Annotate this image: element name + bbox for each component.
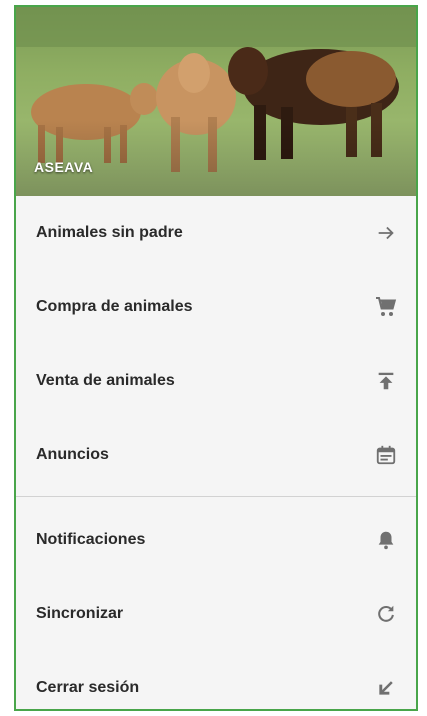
- menu-item-animales-sin-padre[interactable]: Animales sin padre: [16, 196, 416, 270]
- refresh-icon: [374, 602, 398, 626]
- menu-item-venta-de-animales[interactable]: Venta de animales: [16, 344, 416, 418]
- calendar-icon: [374, 443, 398, 467]
- menu-item-anuncios[interactable]: Anuncios: [16, 418, 416, 492]
- shopping-cart-icon: [374, 295, 398, 319]
- menu-item-label: Compra de animales: [36, 298, 193, 315]
- bell-icon: [374, 528, 398, 552]
- arrow-right-icon: [374, 221, 398, 245]
- drawer-menu: Animales sin padre Compra de animales Ve…: [16, 196, 416, 709]
- navigation-drawer: ASEAVA Animales sin padre Compra de anim…: [14, 5, 418, 711]
- menu-item-sincronizar[interactable]: Sincronizar: [16, 577, 416, 651]
- menu-divider: [16, 496, 416, 497]
- menu-item-compra-de-animales[interactable]: Compra de animales: [16, 270, 416, 344]
- drawer-header: ASEAVA: [16, 7, 416, 196]
- menu-item-label: Anuncios: [36, 446, 109, 463]
- menu-item-label: Sincronizar: [36, 605, 124, 622]
- menu-item-cerrar-sesion[interactable]: Cerrar sesión: [16, 651, 416, 709]
- menu-item-label: Notificaciones: [36, 531, 146, 548]
- menu-item-label: Venta de animales: [36, 372, 175, 389]
- brand-label: ASEAVA: [34, 159, 94, 175]
- menu-item-label: Animales sin padre: [36, 224, 183, 241]
- upload-icon: [374, 369, 398, 393]
- menu-item-label: Cerrar sesión: [36, 679, 140, 696]
- menu-item-notificaciones[interactable]: Notificaciones: [16, 503, 416, 577]
- arrow-down-left-icon: [374, 676, 398, 700]
